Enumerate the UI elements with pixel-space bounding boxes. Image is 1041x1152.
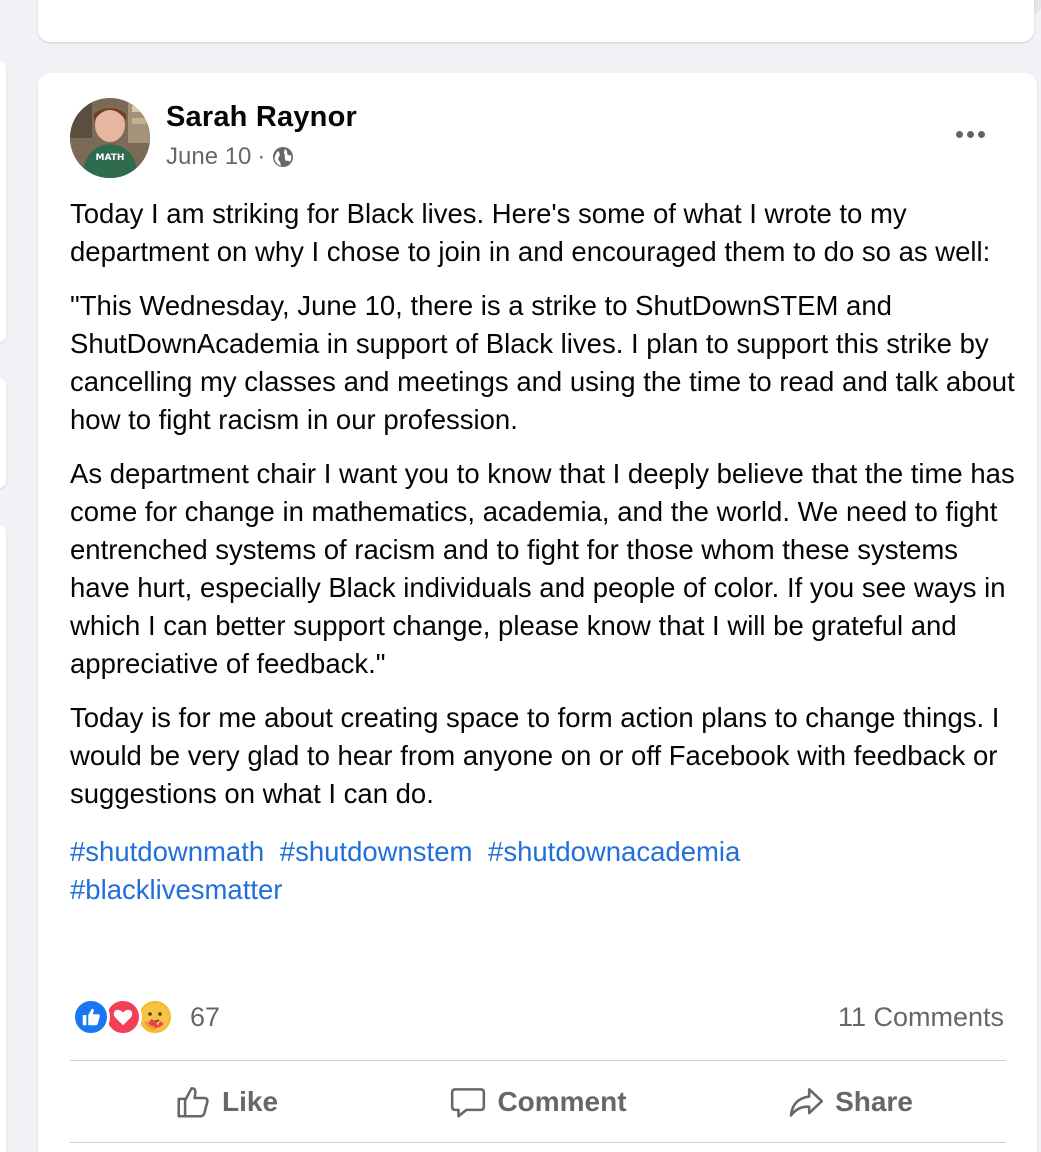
post-paragraph: "This Wednesday, June 10, there is a str… (70, 290, 1015, 435)
hashtag-link[interactable]: #shutdownacademia (488, 836, 740, 867)
previous-post-card (38, 0, 1034, 42)
share-button[interactable]: Share (694, 1083, 1006, 1121)
hashtag-link[interactable]: #shutdownstem (280, 836, 473, 867)
hashtag-link[interactable]: #blacklivesmatter (70, 874, 282, 905)
post-paragraph: As department chair I want you to know t… (70, 458, 1015, 679)
avatar[interactable]: MATH (70, 98, 150, 178)
hashtag-list: #shutdownmath #shutdownstem #shutdownaca… (70, 833, 1020, 909)
like-button[interactable]: Like (70, 1083, 382, 1121)
comment-label: Comment (497, 1086, 627, 1117)
hashtag-link[interactable]: #shutdownmath (70, 836, 264, 867)
like-reaction-icon (72, 998, 110, 1036)
like-label: Like (221, 1086, 279, 1117)
share-label: Share (835, 1086, 913, 1117)
comments-count-link[interactable]: 11 Comments (838, 1002, 1004, 1033)
reaction-summary[interactable]: 67 (72, 998, 220, 1036)
post-body: Today I am striking for Black lives. Her… (70, 195, 1020, 909)
more-options-icon[interactable] (950, 120, 990, 148)
globe-icon[interactable] (271, 145, 295, 169)
author-name[interactable]: Sarah Raynor (166, 101, 357, 134)
left-panel-edge (0, 525, 6, 1152)
reaction-count[interactable]: 67 (190, 1002, 220, 1033)
post-action-bar: Like Comment Share (70, 1062, 1006, 1142)
post-paragraph: Today is for me about creating space to … (70, 702, 1000, 809)
divider (70, 1142, 1006, 1143)
post-paragraph: Today I am striking for Black lives. Her… (70, 198, 991, 267)
share-icon (789, 1088, 824, 1117)
comment-button[interactable]: Comment (382, 1083, 694, 1121)
post-meta: June 10 · (166, 143, 295, 171)
left-panel-edge (0, 378, 6, 488)
left-panel-edge (0, 60, 6, 342)
svg-text:MATH: MATH (96, 153, 125, 163)
post-date[interactable]: June 10 (166, 143, 251, 171)
like-icon (177, 1087, 209, 1118)
divider (70, 1060, 1006, 1061)
comment-icon (451, 1088, 486, 1118)
meta-separator: · (257, 143, 266, 170)
